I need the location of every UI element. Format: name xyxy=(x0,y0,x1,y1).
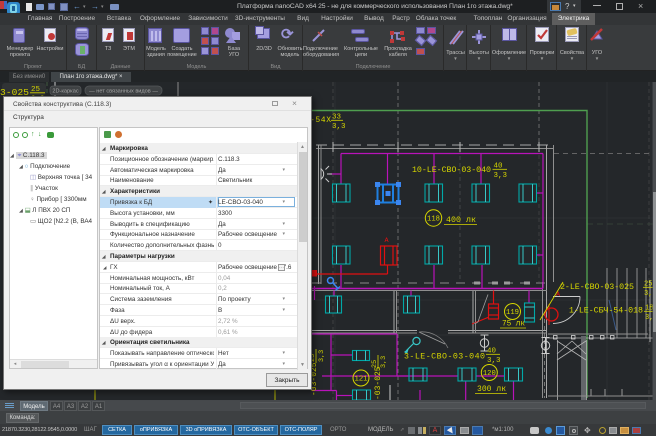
svg-text:3-LE-CBO-03-040: 3-LE-CBO-03-040 xyxy=(404,353,485,362)
svg-text:119: 119 xyxy=(506,309,519,317)
svg-text:А: А xyxy=(385,237,390,245)
svg-text:-03-025: -03-025 xyxy=(374,366,383,400)
svg-text:2-LE-CBO-03-025: 2-LE-CBO-03-025 xyxy=(560,283,634,292)
svg-text:3,3: 3,3 xyxy=(380,356,388,368)
svg-text:300 лк: 300 лк xyxy=(477,385,506,394)
svg-text:1-LE-СБЧ-54-018: 1-LE-СБЧ-54-018 xyxy=(569,307,643,316)
svg-text:— нет связанных видов —: — нет связанных видов — xyxy=(89,89,158,95)
svg-text:10-LE-CBO-03-040: 10-LE-CBO-03-040 xyxy=(412,166,491,175)
svg-text:3,3: 3,3 xyxy=(332,123,346,131)
svg-text:3,3: 3,3 xyxy=(487,357,501,365)
svg-text:3,3: 3,3 xyxy=(494,172,508,180)
svg-text:120: 120 xyxy=(483,370,496,378)
svg-text:75 лк: 75 лк xyxy=(502,321,525,329)
svg-text:-54X: -54X xyxy=(310,116,331,125)
svg-text:400 лк: 400 лк xyxy=(446,216,476,225)
svg-text:121: 121 xyxy=(355,376,368,384)
svg-text:2D-каркас: 2D-каркас xyxy=(52,89,78,95)
svg-text:118: 118 xyxy=(427,216,440,224)
svg-text:3,3: 3,3 xyxy=(318,350,326,362)
